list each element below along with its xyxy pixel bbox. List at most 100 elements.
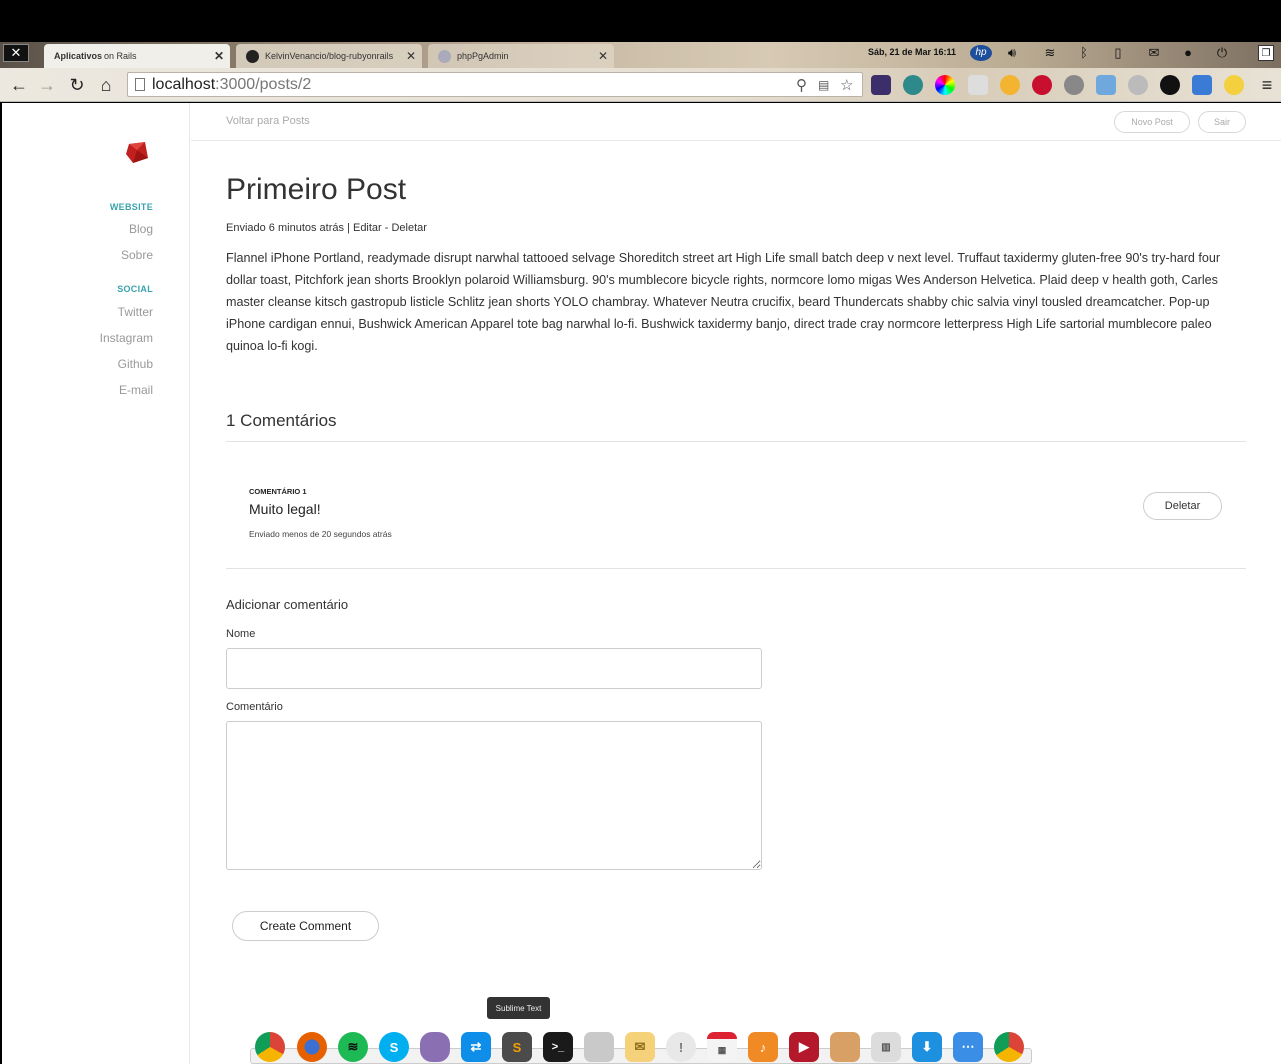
eye-icon[interactable] <box>1160 75 1180 95</box>
volume-icon[interactable]: 🔊︎ <box>1004 45 1020 61</box>
translate-extension-icon[interactable] <box>1192 75 1212 95</box>
close-icon[interactable]: ✕ <box>214 49 224 63</box>
add-comment-heading: Adicionar comentário <box>226 597 349 612</box>
url-host: localhost <box>152 76 216 93</box>
sidebar: WEBSITE Blog Sobre SOCIAL Twitter Instag… <box>2 103 190 1064</box>
name-field[interactable] <box>226 648 762 689</box>
post-body: Flannel iPhone Portland, readymade disru… <box>226 251 1221 353</box>
color-picker-icon[interactable] <box>935 75 955 95</box>
music-icon[interactable]: ♪ <box>748 1032 778 1062</box>
extension-icon-1[interactable] <box>871 75 891 95</box>
browser-toolbar: ← → ↻ ⌂ localhost:3000/posts/2 ⚲ ▤ ☆ <box>0 68 1281 102</box>
comments-heading: 1 Comentários <box>226 411 337 430</box>
sidebar-link-twitter[interactable]: Twitter <box>118 305 153 319</box>
spotify-icon[interactable]: ≋ <box>338 1032 368 1062</box>
menu-icon[interactable]: ≡ <box>1257 75 1277 95</box>
dock-tooltip: Sublime Text <box>487 997 550 1019</box>
notifications-icon[interactable]: ! <box>666 1032 696 1062</box>
page-icon <box>135 78 145 91</box>
translate-icon[interactable]: ▤ <box>818 78 829 92</box>
wifi-icon[interactable]: ≋ <box>1042 45 1058 61</box>
workspaces-icon[interactable]: ▥ <box>871 1032 901 1062</box>
tab-label: phpPgAdmin <box>457 51 509 61</box>
comment-body: Muito legal! <box>249 501 321 517</box>
comment-timestamp: Enviado menos de 20 segundos atrás <box>249 529 392 539</box>
extension-icon-2[interactable] <box>903 75 923 95</box>
files-icon[interactable] <box>584 1032 614 1062</box>
power-icon[interactable]: ⏻ <box>1214 45 1230 61</box>
top-navigation: Voltar para Posts Novo Post Sair <box>191 103 1281 141</box>
home-icon[interactable]: ⌂ <box>95 74 117 96</box>
system-clock: Sáb, 21 de Mar 16:11 <box>868 47 957 57</box>
terminal-icon[interactable]: >_ <box>543 1032 573 1062</box>
new-post-button[interactable]: Novo Post <box>1114 111 1190 133</box>
tab-sublabel: on Rails <box>104 51 137 61</box>
dock: ≋ S ⇄ S >_ ✉ ! ▦ ♪ ▶ ▥ ⬇ ⋯ <box>250 1030 1032 1064</box>
apps-icon[interactable]: ⋯ <box>953 1032 983 1062</box>
tab-aplicativos[interactable]: Aplicativos on Rails ✕ <box>44 44 230 68</box>
comment-label: COMENTÁRIO 1 <box>249 487 307 496</box>
restore-window-icon[interactable]: ❐ <box>1258 45 1274 61</box>
sidebar-heading-website: WEBSITE <box>109 202 153 212</box>
url-text[interactable]: localhost:3000/posts/2 <box>152 76 311 94</box>
user-icon[interactable]: ● <box>1180 45 1196 61</box>
comment-field[interactable] <box>226 721 762 870</box>
recycle-icon[interactable] <box>1064 75 1084 95</box>
post-meta: Enviado 6 minutos atrás | Editar - Delet… <box>226 222 427 234</box>
sidebar-link-instagram[interactable]: Instagram <box>100 331 153 345</box>
create-comment-button[interactable]: Create Comment <box>232 911 379 941</box>
chrome-icon-2[interactable] <box>994 1032 1024 1062</box>
sublime-text-icon[interactable]: S <box>502 1032 532 1062</box>
page-title: Primeiro Post <box>226 173 407 206</box>
calendar-icon[interactable]: ▦ <box>707 1032 737 1062</box>
back-arrow-icon[interactable]: ← <box>8 74 30 96</box>
search-icon[interactable]: ⚲ <box>796 76 807 94</box>
tab-github[interactable]: KelvinVenancio/blog-rubyonrails ✕ <box>236 44 422 68</box>
reload-icon[interactable]: ↻ <box>66 74 88 96</box>
sidebar-link-email[interactable]: E-mail <box>119 383 153 397</box>
address-bar[interactable]: localhost:3000/posts/2 ⚲ ▤ ☆ <box>127 72 863 97</box>
downloads-icon[interactable]: ⬇ <box>912 1032 942 1062</box>
github-icon <box>246 49 259 63</box>
close-icon[interactable]: ✕ <box>406 49 416 63</box>
tab-phppgadmin[interactable]: phpPgAdmin ✕ <box>428 44 614 68</box>
tab-label: KelvinVenancio/blog-rubyonrails <box>265 51 394 61</box>
bookmark-star-icon[interactable]: ☆ <box>840 76 853 94</box>
ip-icon[interactable] <box>1128 75 1148 95</box>
comment-label-text: Comentário <box>226 701 283 713</box>
sidebar-heading-social: SOCIAL <box>117 284 153 294</box>
window-close-button[interactable]: ✕ <box>3 44 29 62</box>
sidebar-link-github[interactable]: Github <box>118 357 153 371</box>
photos-icon[interactable] <box>830 1032 860 1062</box>
web-page: WEBSITE Blog Sobre SOCIAL Twitter Instag… <box>2 103 1281 1064</box>
tab-label: Aplicativos <box>54 51 103 61</box>
logout-button[interactable]: Sair <box>1198 111 1246 133</box>
delete-comment-button[interactable]: Deletar <box>1143 492 1222 520</box>
sidebar-link-sobre[interactable]: Sobre <box>121 248 153 262</box>
ruby-logo-icon[interactable] <box>124 139 150 165</box>
chrome-icon[interactable] <box>255 1032 285 1062</box>
forward-arrow-icon[interactable]: → <box>36 74 58 96</box>
desktop-screen: Aplicativos on Rails ✕ KelvinVenancio/bl… <box>0 0 1281 1064</box>
bluetooth-icon[interactable]: ᛒ <box>1076 45 1092 61</box>
video-icon[interactable]: ▶ <box>789 1032 819 1062</box>
skype-icon[interactable]: S <box>379 1032 409 1062</box>
mail-tray-icon[interactable]: ✉ <box>1146 45 1162 61</box>
back-to-posts-link[interactable]: Voltar para Posts <box>226 115 310 127</box>
sidebar-link-blog[interactable]: Blog <box>129 222 153 236</box>
firefox-icon[interactable] <box>297 1032 327 1062</box>
cast-icon[interactable] <box>1096 75 1116 95</box>
teamviewer-icon[interactable]: ⇄ <box>461 1032 491 1062</box>
alarm-icon[interactable] <box>1000 75 1020 95</box>
adblock-icon[interactable] <box>1032 75 1052 95</box>
smiley-icon[interactable] <box>1224 75 1244 95</box>
pidgin-icon[interactable] <box>420 1032 450 1062</box>
mail-icon[interactable]: ✉ <box>625 1032 655 1062</box>
hp-logo-icon: hp <box>970 45 992 61</box>
close-icon[interactable]: ✕ <box>598 49 608 63</box>
divider <box>226 441 1246 442</box>
battery-icon[interactable]: ▯ <box>1110 45 1126 61</box>
name-label: Nome <box>226 628 256 640</box>
elephant-icon <box>438 49 451 63</box>
notes-icon[interactable] <box>968 75 988 95</box>
